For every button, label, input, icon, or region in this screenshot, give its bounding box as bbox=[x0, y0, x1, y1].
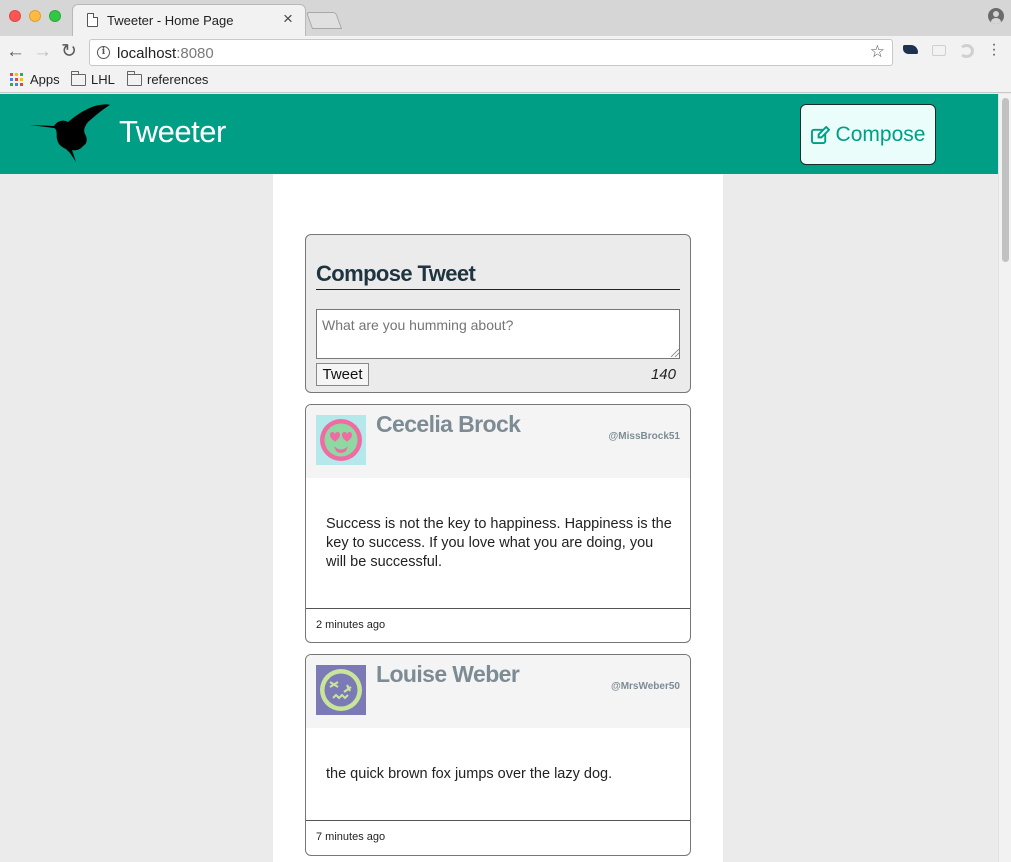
tweet-submit-button[interactable]: Tweet bbox=[316, 363, 369, 386]
main-container: Compose Tweet Tweet 140 Cecelia Brock @M… bbox=[273, 174, 723, 862]
bookmark-label: Apps bbox=[30, 72, 60, 87]
avatar-dizzy-face-icon bbox=[316, 665, 366, 715]
tweet-card: Cecelia Brock @MissBrock51 Success is no… bbox=[305, 404, 691, 643]
tweet-card: Louise Weber @MrsWeber50 the quick brown… bbox=[305, 654, 691, 856]
url-text: localhost:8080 bbox=[117, 45, 214, 62]
reload-icon[interactable]: ↻ bbox=[61, 40, 77, 64]
author-name: Cecelia Brock bbox=[376, 411, 521, 437]
site-header: Tweeter Compose bbox=[0, 94, 998, 174]
resize-handle[interactable] bbox=[671, 349, 679, 357]
bookmarks-bar: Apps LHL references bbox=[0, 69, 1011, 93]
bookmark-label: LHL bbox=[91, 72, 115, 87]
tweet-timestamp: 2 minutes ago bbox=[316, 619, 386, 631]
author-name: Louise Weber bbox=[376, 661, 520, 687]
avatar-heart-eyes-icon bbox=[316, 415, 366, 465]
browser-menu-icon[interactable]: · · · bbox=[990, 37, 998, 63]
bookmark-label: references bbox=[147, 72, 209, 87]
close-tab-icon[interactable]: × bbox=[283, 10, 293, 28]
bookmark-references[interactable]: references bbox=[127, 70, 209, 87]
extension-window-icon[interactable] bbox=[932, 45, 946, 56]
bookmark-lhl[interactable]: LHL bbox=[71, 70, 115, 87]
author-handle: @MissBrock51 bbox=[608, 431, 680, 442]
hummingbird-logo-icon bbox=[30, 104, 110, 162]
extension-sync-icon[interactable] bbox=[959, 44, 974, 58]
tweet-text: the quick brown fox jumps over the lazy … bbox=[326, 766, 613, 782]
folder-icon bbox=[127, 70, 142, 86]
page-scrollbar[interactable] bbox=[998, 94, 1011, 862]
back-arrow-icon[interactable]: ← bbox=[6, 40, 25, 64]
tweet-text: Success is not the key to happiness. Hap… bbox=[326, 516, 672, 570]
profile-icon[interactable] bbox=[988, 8, 1004, 24]
tweet-timestamp: 7 minutes ago bbox=[316, 831, 386, 843]
address-bar[interactable]: i localhost:8080 ☆ bbox=[89, 39, 893, 66]
character-counter: 140 bbox=[650, 366, 676, 383]
brand-title: Tweeter bbox=[119, 114, 226, 149]
bookmark-star-icon[interactable]: ☆ bbox=[870, 42, 885, 62]
scrollbar-thumb[interactable] bbox=[1002, 98, 1009, 262]
tweet-footer: 7 minutes ago bbox=[306, 820, 690, 855]
new-tweet-form: Compose Tweet Tweet 140 bbox=[305, 234, 691, 393]
extension-bird-icon[interactable] bbox=[903, 45, 918, 54]
forward-arrow-icon[interactable]: → bbox=[33, 40, 52, 64]
page-viewport: Tweeter Compose Compose Tweet Tweet 140 bbox=[0, 94, 998, 862]
info-icon[interactable]: i bbox=[97, 46, 110, 59]
minimize-window-button[interactable] bbox=[29, 10, 41, 22]
folder-icon bbox=[71, 70, 86, 86]
browser-tab[interactable]: Tweeter - Home Page × bbox=[72, 4, 306, 36]
edit-icon bbox=[810, 125, 830, 144]
compose-heading: Compose Tweet bbox=[316, 261, 680, 290]
browser-tab-strip: Tweeter - Home Page × bbox=[0, 0, 1011, 36]
compose-toggle-button[interactable]: Compose bbox=[800, 104, 936, 165]
new-tab-button[interactable] bbox=[305, 12, 343, 29]
compose-label: Compose bbox=[835, 122, 926, 146]
tab-title: Tweeter - Home Page bbox=[107, 13, 234, 28]
zoom-window-button[interactable] bbox=[49, 10, 61, 22]
bookmark-apps[interactable]: Apps bbox=[10, 72, 60, 87]
author-handle: @MrsWeber50 bbox=[610, 681, 680, 692]
browser-toolbar: ← → ↻ i localhost:8080 ☆ bbox=[0, 36, 1011, 69]
tweet-header: Cecelia Brock @MissBrock51 bbox=[306, 405, 690, 478]
apps-grid-icon bbox=[10, 73, 23, 86]
tweet-header: Louise Weber @MrsWeber50 bbox=[306, 655, 690, 728]
tweet-textarea[interactable] bbox=[316, 309, 680, 359]
tweet-footer: 2 minutes ago bbox=[306, 608, 690, 642]
close-window-button[interactable] bbox=[9, 10, 21, 22]
page-icon bbox=[87, 13, 98, 27]
